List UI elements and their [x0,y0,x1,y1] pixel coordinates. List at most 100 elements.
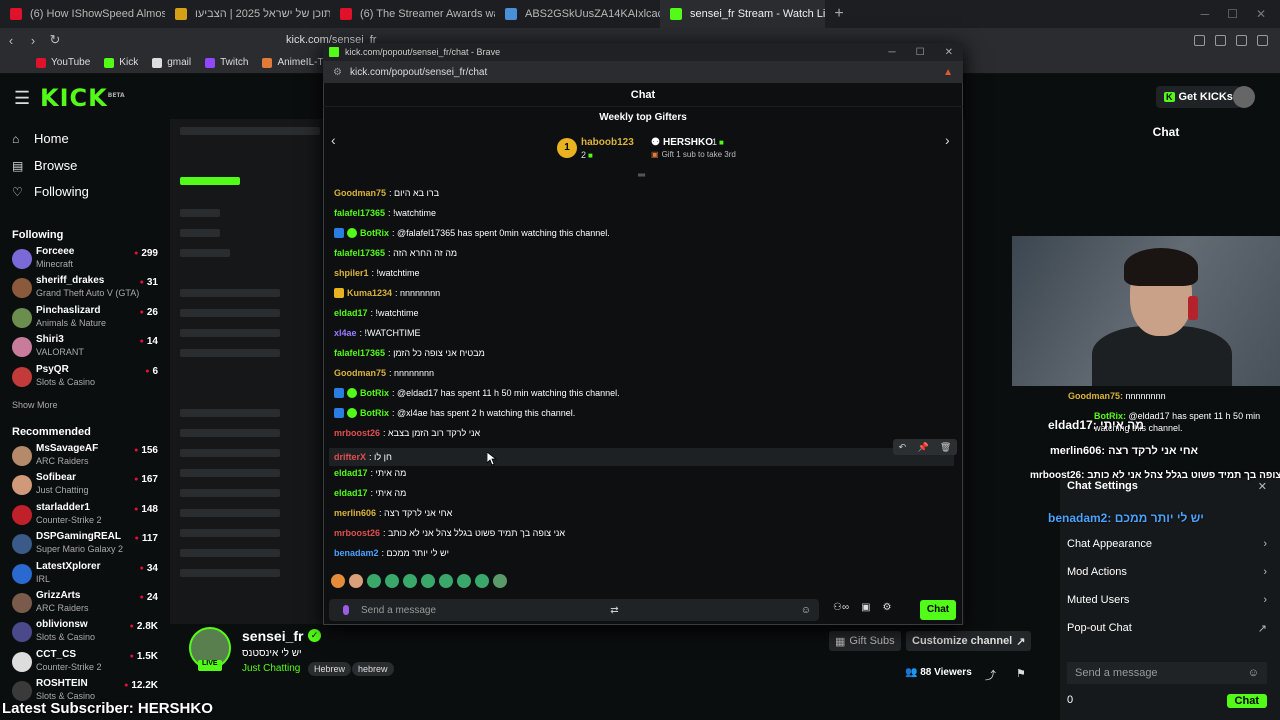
emote[interactable] [349,574,363,588]
users-icon[interactable]: ⚇∞ [833,602,849,613]
avatar[interactable] [1233,86,1255,108]
channel-name[interactable]: sensei_fr [242,628,303,644]
chat-button[interactable]: Chat [1226,694,1267,708]
gifter-name[interactable]: haboob123 [581,137,634,148]
sidebar-channel[interactable]: starladder1Counter-Strike 2 148 [12,502,162,530]
message-input[interactable]: Send a message ⇄ ☺ [329,599,819,621]
close-icon[interactable]: ✕ [945,47,953,58]
reload-icon[interactable]: ↻ [44,32,66,48]
extension-icon[interactable] [1236,34,1247,46]
sidebar-channel[interactable]: oblivionswSlots & Casino 2.8K [12,619,162,647]
chat-message[interactable]: Goodman75: ברו בא היום [334,188,439,198]
gear-icon[interactable]: ⚙ [883,602,892,613]
forward-icon[interactable]: › [22,33,44,48]
close-icon[interactable]: ✕ [1256,7,1266,21]
collapse-handle-icon[interactable]: ═ [638,170,645,181]
emote[interactable] [475,574,489,588]
category-link[interactable]: Just Chatting [242,663,300,674]
chat-username[interactable]: shpiler1 [334,268,369,278]
browser-tab-active[interactable]: sensei_fr Stream - Watch Live on✕ [660,0,825,28]
chat-username[interactable]: benadam2 [334,548,379,558]
bookmark[interactable]: Kick [104,57,138,68]
chat-message[interactable]: drifterX: חן לו [329,448,954,466]
bookmark[interactable]: YouTube [36,57,90,68]
chevron-right-icon[interactable]: › [945,132,950,148]
sidebar-item-browse[interactable]: ▤ Browse [12,158,77,173]
minimize-icon[interactable]: ─ [889,47,896,58]
sidebar-channel[interactable]: CCT_CSCounter-Strike 2 1.5K [12,649,162,677]
chat-username[interactable]: eldad17 [334,308,368,318]
reply-icon[interactable]: ↶ [899,442,907,453]
maximize-icon[interactable]: ☐ [1227,7,1238,21]
emoji-icon[interactable]: ☺ [1248,667,1259,679]
chat-username[interactable]: Goodman75 [334,188,386,198]
settings-item[interactable]: Mod Actions › [1067,566,1267,578]
gift-icon[interactable]: ▣ [861,602,870,613]
chat-username[interactable]: merlin606 [334,508,376,518]
browser-tab[interactable]: ABS2GSkUusZA14KAIxlcacLWd87EfV [495,0,660,28]
emote[interactable] [331,574,345,588]
emote[interactable] [403,574,417,588]
chat-message[interactable]: merlin606: אחי אני לרקד רצה [334,508,452,518]
extension-icon[interactable] [1194,34,1205,46]
emote[interactable] [421,574,435,588]
chat-message[interactable]: Kuma1234: nnnnnnnn [334,288,440,298]
chat-message[interactable]: BotRix: @xl4ae has spent 2 h watching th… [334,408,575,418]
chat-message[interactable]: falafel17365: !watchtime [334,208,436,218]
sidebar-channel[interactable]: GrizzArts ARC Raiders 24 [12,590,162,618]
chat-message[interactable]: eldad17: מה איתי [334,468,406,478]
delete-icon[interactable]: 🗑 [940,442,951,453]
chat-username[interactable]: Kuma1234 [347,288,392,298]
share-icon[interactable]: ⤴ [985,667,996,683]
popup-address-bar[interactable]: ⚙ kick.com/popout/sensei_fr/chat ▲ [323,61,963,83]
sidebar-item-following[interactable]: ♡ Following [12,184,89,199]
site-info-icon[interactable]: ⚙ [333,67,342,78]
chat-message[interactable]: BotRix: @eldad17 has spent 11 h 50 min w… [334,388,620,398]
chat-message[interactable]: shpiler1: !watchtime [334,268,420,278]
back-icon[interactable]: ‹ [0,33,22,48]
browser-tab[interactable]: (6) The Streamer Awards was a Disa [330,0,495,28]
sidebar-item-home[interactable]: ⌂ Home [12,131,69,146]
gifter-name[interactable]: ⚉ HERSHKO [651,137,713,148]
chat-username[interactable]: BotRix [360,228,389,238]
kick-logo[interactable]: KICKBETA [40,84,125,112]
sidebar-channel[interactable]: Shiri3VALORANT 14 [12,334,162,362]
chat-username[interactable]: Goodman75 [334,368,386,378]
settings-item[interactable]: Chat Appearance › [1067,538,1267,550]
maximize-icon[interactable]: ☐ [916,47,925,58]
hamburger-icon[interactable]: ☰ [14,88,30,109]
chat-username[interactable]: xl4ae [334,328,357,338]
chat-username[interactable]: eldad17 [334,468,368,478]
show-more-link[interactable]: Show More [12,400,58,410]
chat-username[interactable]: falafel17365 [334,208,385,218]
chat-message[interactable]: BotRix: @falafel17365 has spent 0min wat… [334,228,610,238]
emote[interactable] [439,574,453,588]
get-kicks-button[interactable]: K Get KICKs [1156,86,1241,108]
sidebar-channel[interactable]: PinchaslizardAnimals & Nature 26 [12,305,162,333]
chat-username[interactable]: mrboost26 [334,428,380,438]
chat-username[interactable]: falafel17365 [334,348,385,358]
emote[interactable] [367,574,381,588]
gift-subs-button[interactable]: ▦ Gift Subs [829,631,901,651]
menu-icon[interactable] [1257,34,1268,46]
settings-item[interactable]: Muted Users › [1067,594,1267,606]
sidebar-channel[interactable]: LatestXplorerIRL 34 [12,561,162,589]
close-icon[interactable]: ✕ [1258,480,1267,493]
chat-message[interactable]: eldad17: מה איתי [334,488,406,498]
sidebar-channel[interactable]: Forceee Minecraft 299 [12,246,162,274]
chat-username[interactable]: drifterX [334,452,366,462]
browser-tab[interactable]: פרסי התוכן של ישראל 2025 | הצביעו [165,0,330,28]
translate-icon[interactable]: ⇄ [610,605,626,616]
pin-icon[interactable]: 📌 [917,442,928,453]
emote[interactable] [493,574,507,588]
chat-message[interactable]: xl4ae: !WATCHTIME [334,328,421,338]
chat-send-button[interactable]: Chat [920,600,956,620]
chat-username[interactable]: falafel17365 [334,248,385,258]
emote[interactable] [385,574,399,588]
sidebar-channel[interactable]: sheriff_drakesGrand Theft Auto V (GTA)31 [12,275,162,303]
chevron-left-icon[interactable]: ‹ [331,132,336,148]
settings-item[interactable]: Pop-out Chat ↗ [1067,622,1267,635]
emoji-icon[interactable]: ☺ [801,605,819,616]
sidebar-channel[interactable]: SofibearJust Chatting 167 [12,472,162,500]
tag[interactable]: Hebrew [308,662,352,676]
